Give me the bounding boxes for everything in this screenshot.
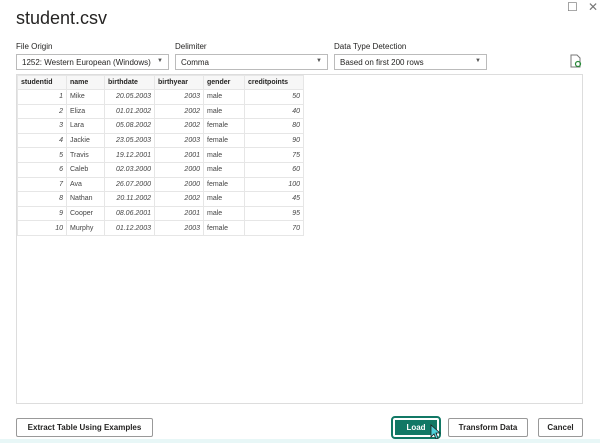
cell-birthdate: 08.06.2001 — [104, 205, 155, 222]
chevron-down-icon: ▼ — [316, 58, 322, 64]
table-row: 10 Murphy 01.12.2003 2003 female 70 — [17, 220, 304, 236]
cell-name: Murphy — [66, 220, 105, 236]
cell-studentid: 6 — [17, 161, 67, 178]
cell-studentid: 1 — [17, 89, 67, 105]
cell-gender: male — [203, 89, 245, 105]
column-header-name[interactable]: name — [66, 75, 105, 90]
cell-studentid: 5 — [17, 147, 67, 163]
cell-gender: female — [203, 118, 245, 134]
cell-creditpoints: 60 — [244, 161, 304, 178]
cell-gender: male — [203, 161, 245, 178]
cell-birthyear: 2003 — [154, 220, 204, 236]
cell-studentid: 7 — [17, 176, 67, 193]
column-header-birthdate[interactable]: birthdate — [104, 75, 155, 90]
cell-birthdate: 26.07.2000 — [104, 176, 155, 193]
chevron-down-icon: ▼ — [475, 58, 481, 64]
cell-gender: female — [203, 132, 245, 149]
table-header-row: studentid name birthdate birthyear gender cre… — [17, 75, 304, 90]
file-origin-value: 1252: Western European (Windows) — [22, 58, 151, 67]
file-origin-dropdown[interactable]: 1252: Western European (Windows) ▼ — [16, 54, 169, 70]
cell-studentid: 4 — [17, 132, 67, 149]
refresh-preview-icon[interactable] — [570, 54, 582, 73]
cell-birthdate: 20.11.2002 — [104, 191, 155, 207]
cell-birthyear: 2000 — [154, 161, 204, 178]
dialog-title: student.csv — [16, 8, 108, 28]
cell-gender: male — [203, 103, 245, 120]
cell-gender: male — [203, 147, 245, 163]
cell-birthyear: 2002 — [154, 191, 204, 207]
detection-dropdown[interactable]: Based on first 200 rows ▼ — [334, 54, 487, 70]
bottom-edge — [0, 439, 600, 443]
cell-name: Cooper — [66, 205, 105, 222]
column-header-birthyear[interactable]: birthyear — [154, 75, 204, 90]
cell-studentid: 3 — [17, 118, 67, 134]
cell-birthyear: 2000 — [154, 176, 204, 193]
cell-gender: male — [203, 205, 245, 222]
cell-studentid: 10 — [17, 220, 67, 236]
extract-table-button[interactable]: Extract Table Using Examples — [16, 418, 153, 437]
cell-name: Ava — [66, 176, 105, 193]
cell-birthyear: 2001 — [154, 205, 204, 222]
cancel-button[interactable]: Cancel — [538, 418, 583, 437]
cell-studentid: 2 — [17, 103, 67, 120]
cell-creditpoints: 100 — [244, 176, 304, 193]
table-row: 2 Eliza 01.01.2002 2002 male 40 — [17, 103, 304, 120]
preview-table-container: studentid name birthdate birthyear gender cre… — [16, 74, 583, 404]
close-button[interactable]: ✕ — [588, 0, 598, 14]
column-header-gender[interactable]: gender — [203, 75, 245, 90]
cell-creditpoints: 50 — [244, 89, 304, 105]
table-row: 7 Ava 26.07.2000 2000 female 100 — [17, 176, 304, 193]
cell-name: Caleb — [66, 161, 105, 178]
cell-studentid: 8 — [17, 191, 67, 207]
detection-label: Data Type Detection — [334, 42, 407, 51]
cell-birthyear: 2003 — [154, 132, 204, 149]
cell-birthyear: 2003 — [154, 89, 204, 105]
cell-creditpoints: 45 — [244, 191, 304, 207]
delimiter-value: Comma — [181, 58, 210, 67]
preview-table: studentid name birthdate birthyear gender cre… — [17, 75, 304, 236]
cell-name: Lara — [66, 118, 105, 134]
cell-birthdate: 02.03.2000 — [104, 161, 155, 178]
cell-creditpoints: 95 — [244, 205, 304, 222]
cell-name: Jackie — [66, 132, 105, 149]
transform-data-button[interactable]: Transform Data — [448, 418, 528, 437]
table-row: 4 Jackie 23.05.2003 2003 female 90 — [17, 132, 304, 149]
cell-birthdate: 20.05.2003 — [104, 89, 155, 105]
cell-birthyear: 2001 — [154, 147, 204, 163]
delimiter-dropdown[interactable]: Comma ▼ — [175, 54, 328, 70]
table-row: 3 Lara 05.08.2002 2002 female 80 — [17, 118, 304, 134]
cell-gender: female — [203, 176, 245, 193]
delimiter-label: Delimiter — [175, 42, 207, 51]
table-row: 1 Mike 20.05.2003 2003 male 50 — [17, 89, 304, 105]
maximize-button[interactable]: ☐ — [567, 0, 578, 14]
cell-birthdate: 19.12.2001 — [104, 147, 155, 163]
detection-value: Based on first 200 rows — [340, 58, 424, 67]
cell-birthdate: 23.05.2003 — [104, 132, 155, 149]
cell-birthyear: 2002 — [154, 118, 204, 134]
cell-studentid: 9 — [17, 205, 67, 222]
cell-creditpoints: 90 — [244, 132, 304, 149]
cell-creditpoints: 80 — [244, 118, 304, 134]
cell-birthdate: 05.08.2002 — [104, 118, 155, 134]
cell-creditpoints: 70 — [244, 220, 304, 236]
cell-name: Nathan — [66, 191, 105, 207]
column-header-creditpoints[interactable]: creditpoints — [244, 75, 304, 90]
cell-gender: female — [203, 220, 245, 236]
cell-birthdate: 01.01.2002 — [104, 103, 155, 120]
table-row: 5 Travis 19.12.2001 2001 male 75 — [17, 147, 304, 163]
cell-name: Eliza — [66, 103, 105, 120]
cell-birthdate: 01.12.2003 — [104, 220, 155, 236]
chevron-down-icon: ▼ — [157, 58, 163, 64]
file-origin-label: File Origin — [16, 42, 53, 51]
table-row: 9 Cooper 08.06.2001 2001 male 95 — [17, 205, 304, 222]
cell-name: Travis — [66, 147, 105, 163]
column-header-studentid[interactable]: studentid — [17, 75, 67, 90]
cell-name: Mike — [66, 89, 105, 105]
cell-gender: male — [203, 191, 245, 207]
cell-creditpoints: 75 — [244, 147, 304, 163]
cell-creditpoints: 40 — [244, 103, 304, 120]
cell-birthyear: 2002 — [154, 103, 204, 120]
table-row: 8 Nathan 20.11.2002 2002 male 45 — [17, 191, 304, 207]
table-row: 6 Caleb 02.03.2000 2000 male 60 — [17, 161, 304, 178]
